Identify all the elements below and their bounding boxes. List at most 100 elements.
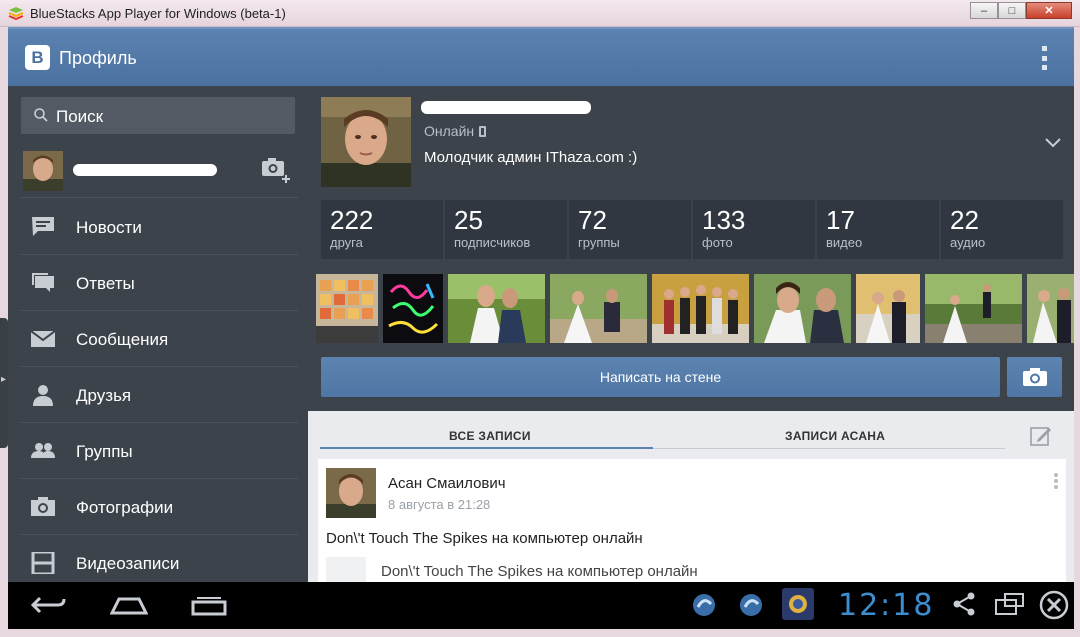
window-title: BlueStacks App Player for Windows (beta-… [30, 6, 286, 21]
window-frame-bottom [0, 629, 1080, 637]
post-author-avatar[interactable] [326, 468, 376, 518]
sidebar-item-label: Друзья [76, 386, 132, 405]
app-notification-icon[interactable] [691, 592, 717, 618]
post-author-name[interactable]: Асан Смаилович [388, 475, 506, 492]
write-on-wall-label: Написать на стене [599, 369, 722, 385]
current-user-item[interactable] [21, 146, 298, 198]
minimize-button[interactable]: – [970, 2, 998, 19]
counter-value: 17 [826, 205, 855, 235]
groups-icon [31, 443, 55, 458]
back-icon[interactable] [30, 594, 66, 616]
home-icon[interactable] [110, 594, 148, 616]
window-frame-right [1074, 27, 1080, 637]
tab-divider [653, 448, 1005, 449]
screen-rotate-icon[interactable] [995, 592, 1025, 616]
profile-counters: 222 друга 25 подписчиков 72 группы 133 фото … [321, 200, 1065, 259]
android-nav-bar: 12:18 [8, 582, 1074, 629]
share-icon[interactable] [952, 592, 976, 616]
search-icon [34, 108, 48, 122]
counter-label: аудио [950, 235, 986, 250]
profile-name-redacted [421, 101, 591, 114]
mobile-icon [479, 126, 487, 137]
news-icon [32, 217, 54, 236]
photo-thumbnail[interactable] [383, 274, 443, 343]
side-drawer-handle[interactable]: ▸ [0, 318, 8, 448]
recent-apps-icon[interactable] [191, 594, 227, 616]
tab-all-posts[interactable]: ВСЕ ЗАПИСИ [449, 429, 531, 443]
wall-feed: ВСЕ ЗАПИСИ ЗАПИСИ АСАНА Асан Смаилович 8… [308, 411, 1074, 582]
bluestacks-logo-icon [8, 7, 24, 20]
online-label: Онлайн [424, 123, 475, 139]
photo-thumbnail[interactable] [754, 274, 851, 343]
sidebar-item-replies[interactable]: Ответы [21, 255, 298, 311]
shared-link-title[interactable]: Don\'t Touch The Spikes на компьютер онл… [381, 563, 698, 580]
maximize-button[interactable]: □ [998, 2, 1026, 19]
counter-label: видео [826, 235, 863, 250]
videos-icon [31, 552, 55, 574]
tab-owner-posts[interactable]: ЗАПИСИ АСАНА [785, 429, 885, 443]
sidebar-item-label: Ответы [76, 274, 135, 293]
edit-icon[interactable] [1030, 425, 1052, 447]
counter-label: подписчиков [454, 235, 531, 250]
counter-label: группы [578, 235, 620, 250]
counter-groups[interactable]: 72 группы [569, 200, 691, 259]
vk-app: B Профиль Поиск Новости Ответы Сообщения… [8, 27, 1074, 582]
photos-icon [31, 497, 55, 516]
app-notification-icon[interactable] [738, 592, 764, 618]
shared-link-icon [326, 557, 366, 582]
counter-videos[interactable]: 17 видео [817, 200, 939, 259]
chevron-down-icon[interactable] [1044, 137, 1062, 149]
profile-status-text[interactable]: Молодчик админ IThaza.com :) [424, 149, 637, 166]
online-status: Онлайн [424, 123, 487, 139]
friends-icon [33, 385, 53, 406]
counter-value: 22 [950, 205, 979, 235]
photo-thumbnail[interactable] [448, 274, 545, 343]
sidebar-item-friends[interactable]: Друзья [21, 367, 298, 423]
photo-thumbnail[interactable] [316, 274, 378, 343]
photo-thumbnail[interactable] [652, 274, 749, 343]
sidebar-item-label: Новости [76, 218, 142, 237]
sidebar-item-label: Сообщения [76, 330, 169, 349]
page-title: Профиль [59, 48, 137, 68]
search-placeholder: Поиск [56, 107, 104, 126]
photo-thumbnail[interactable] [1027, 274, 1074, 343]
counter-photos[interactable]: 133 фото [693, 200, 815, 259]
sidebar-item-messages[interactable]: Сообщения [21, 311, 298, 367]
photo-thumbnail[interactable] [550, 274, 647, 343]
sidebar-item-videos[interactable]: Видеозаписи [21, 535, 298, 582]
upload-photo-button[interactable] [1007, 357, 1062, 397]
sidebar-item-photos[interactable]: Фотографии [21, 479, 298, 535]
sidebar-item-news[interactable]: Новости [21, 199, 298, 255]
counter-value: 72 [578, 205, 607, 235]
close-app-icon[interactable] [1039, 590, 1069, 620]
close-window-button[interactable]: ✕ [1026, 2, 1072, 19]
counter-label: фото [702, 235, 733, 250]
chevron-right-icon: ▸ [1, 374, 7, 385]
counter-followers[interactable]: 25 подписчиков [445, 200, 567, 259]
sidebar-item-label: Видеозаписи [76, 554, 180, 573]
add-photo-icon[interactable] [260, 156, 294, 186]
overflow-menu-icon[interactable] [1041, 46, 1047, 70]
avatar [23, 151, 63, 191]
counter-audio[interactable]: 22 аудио [941, 200, 1063, 259]
vk-logo-icon[interactable]: B [25, 45, 50, 70]
sidebar-item-groups[interactable]: Группы [21, 423, 298, 479]
counter-value: 25 [454, 205, 483, 235]
system-clock: 12:18 [838, 588, 935, 623]
post-date: 8 августа в 21:28 [388, 497, 491, 512]
post-menu-icon[interactable] [1054, 473, 1058, 489]
search-input[interactable]: Поиск [21, 97, 295, 134]
photo-thumbnail[interactable] [856, 274, 920, 343]
camera-icon [1022, 368, 1047, 386]
counter-value: 222 [330, 205, 374, 235]
profile-content: Онлайн Молодчик админ IThaza.com :) 222 д… [308, 86, 1074, 582]
sidebar-item-label: Группы [76, 442, 133, 461]
write-on-wall-button[interactable]: Написать на стене [321, 357, 1000, 397]
photo-thumbnail[interactable] [925, 274, 1022, 343]
counter-friends[interactable]: 222 друга [321, 200, 443, 259]
profile-avatar[interactable] [321, 97, 411, 187]
game-app-icon[interactable] [782, 588, 814, 620]
replies-icon [32, 273, 54, 292]
post-text: Don\'t Touch The Spikes на компьютер онл… [326, 530, 643, 547]
messages-icon [31, 330, 55, 347]
